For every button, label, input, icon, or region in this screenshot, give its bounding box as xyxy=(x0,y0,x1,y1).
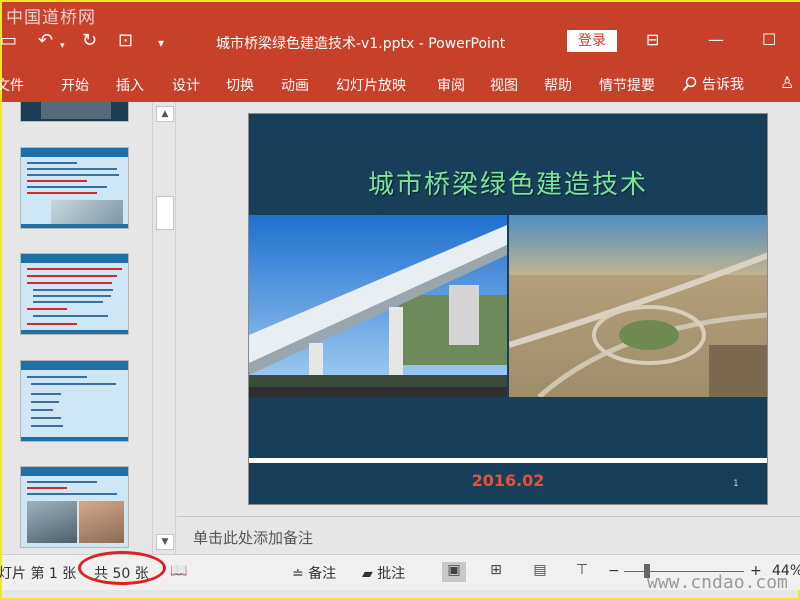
tab-storyboard[interactable]: 情节提要 xyxy=(599,75,655,95)
undo-icon[interactable]: ↶ xyxy=(38,31,53,51)
slide-number: 1 xyxy=(733,479,739,489)
tab-home[interactable]: 开始 xyxy=(61,75,89,95)
minimize-icon[interactable]: — xyxy=(708,30,724,49)
slide-position: 灯片 第 1 张 xyxy=(0,566,77,582)
login-button[interactable]: 登录 xyxy=(567,30,617,52)
redo-icon[interactable]: ↻ xyxy=(82,31,97,51)
tab-review[interactable]: 审阅 xyxy=(437,75,465,95)
slide-divider xyxy=(249,458,767,463)
save-icon[interactable]: ▭ xyxy=(0,31,17,51)
slide-thumbnail[interactable] xyxy=(20,360,129,442)
notes-toggle-label: 备注 xyxy=(308,566,337,582)
customize-toolbar-icon[interactable]: ▾ xyxy=(158,33,164,53)
ribbon-tabs: 文件 开始 插入 设计 切换 动画 幻灯片放映 审阅 视图 帮助 情节提要 告诉… xyxy=(0,66,800,102)
undo-dropdown-icon[interactable]: ▾ xyxy=(60,36,65,56)
window-title: 城市桥梁绿色建造技术-v1.pptx - PowerPoint xyxy=(216,36,506,52)
tab-transitions[interactable]: 切换 xyxy=(226,75,254,95)
slide-thumbnail[interactable] xyxy=(20,147,129,229)
reading-view-icon[interactable]: ▤ xyxy=(528,562,552,582)
scroll-up-icon[interactable]: ▲ xyxy=(156,106,174,122)
current-slide[interactable]: 城市桥梁绿色建造技术 2016.02 1 xyxy=(248,113,768,505)
search-icon xyxy=(682,76,697,92)
slide-title[interactable]: 城市桥梁绿色建造技术 xyxy=(249,164,767,201)
slide-sorter-icon[interactable]: ⊞ xyxy=(484,562,508,582)
scroll-thumb[interactable] xyxy=(156,196,174,230)
comments-label: 批注 xyxy=(377,566,406,582)
zoom-out-button[interactable]: − xyxy=(608,563,620,579)
tab-view[interactable]: 视图 xyxy=(490,75,518,95)
comments-button[interactable]: ▰ 批注 xyxy=(362,563,405,583)
slide-date[interactable]: 2016.02 xyxy=(249,471,767,490)
slide-thumbnail-pane[interactable] xyxy=(2,102,152,554)
tab-file[interactable]: 文件 xyxy=(0,75,24,95)
scroll-down-icon[interactable]: ▼ xyxy=(156,534,174,550)
tab-animations[interactable]: 动画 xyxy=(281,75,309,95)
slide-thumbnail[interactable] xyxy=(20,253,129,335)
normal-view-icon[interactable]: ▣ xyxy=(442,562,466,582)
window-frame: 中国道桥网 ▭ ↶ ▾ ↻ ⊡ ▾ 城市桥梁绿色建造技术-v1.pptx - P… xyxy=(0,0,800,600)
thumbnail-scrollbar[interactable]: ▲ ▼ xyxy=(152,102,176,554)
tab-design[interactable]: 设计 xyxy=(172,75,200,95)
interchange-photo-right[interactable] xyxy=(509,215,767,397)
tell-me-label: 告诉我 xyxy=(702,77,744,93)
slide-thumbnail[interactable] xyxy=(20,466,129,548)
tell-me-search[interactable]: 告诉我 xyxy=(682,74,744,94)
ribbon-display-icon[interactable]: ⊟ xyxy=(646,30,659,49)
maximize-icon[interactable]: ☐ xyxy=(762,30,776,49)
highlight-annotation-oval xyxy=(78,551,166,585)
share-person-icon[interactable]: ♙ xyxy=(780,73,794,92)
slide-thumbnail[interactable] xyxy=(20,102,129,122)
notes-toggle-button[interactable]: ≐ 备注 xyxy=(292,563,336,583)
watermark-bottom: www.cndao.com xyxy=(647,572,788,593)
notes-placeholder[interactable]: 单击此处添加备注 xyxy=(193,527,313,548)
present-icon[interactable]: ⊡ xyxy=(118,31,133,51)
watermark-top: 中国道桥网 xyxy=(6,8,96,28)
spell-check-icon[interactable]: 📖 xyxy=(170,563,187,579)
tab-help[interactable]: 帮助 xyxy=(544,75,572,95)
bridge-photo-left[interactable] xyxy=(249,215,507,397)
slideshow-view-icon[interactable]: ⊤ xyxy=(570,562,594,582)
notes-pane[interactable]: 单击此处添加备注 xyxy=(177,516,800,554)
tab-insert[interactable]: 插入 xyxy=(116,75,144,95)
title-bar: 中国道桥网 ▭ ↶ ▾ ↻ ⊡ ▾ 城市桥梁绿色建造技术-v1.pptx - P… xyxy=(0,2,800,66)
tab-slideshow[interactable]: 幻灯片放映 xyxy=(336,75,406,95)
